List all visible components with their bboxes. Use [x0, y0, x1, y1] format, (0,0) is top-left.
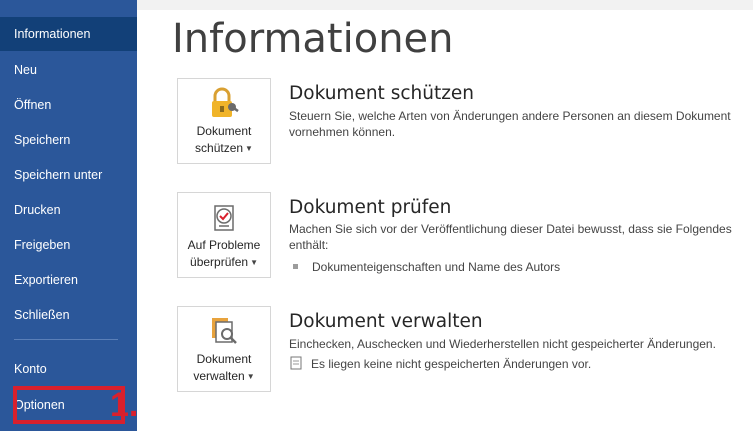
inspect-bullet-item: Dokumenteigenschaften und Name des Autor…: [289, 259, 560, 275]
sidebar-item-informationen[interactable]: Informationen: [0, 17, 137, 51]
chevron-down-icon: ▼: [245, 144, 253, 154]
inspect-section-title: Dokument prüfen: [289, 197, 452, 218]
protect-section-title: Dokument schützen: [289, 83, 475, 104]
sidebar-item-konto[interactable]: Konto: [0, 352, 137, 386]
top-strip: [137, 0, 753, 10]
sidebar-item-schliessen[interactable]: Schließen: [0, 298, 137, 332]
protect-section-description: Steuern Sie, welche Arten von Änderungen…: [289, 109, 731, 139]
sidebar-divider: [14, 339, 118, 340]
sidebar-item-drucken[interactable]: Drucken: [0, 193, 137, 227]
protect-document-button[interactable]: Dokument schützen ▼: [177, 78, 271, 164]
sidebar-item-oeffnen[interactable]: Öffnen: [0, 88, 137, 122]
document-search-icon: [178, 315, 270, 347]
sidebar-item-freigeben[interactable]: Freigeben: [0, 228, 137, 262]
step-number-label: 1.: [110, 386, 139, 424]
sidebar-item-speichern-unter[interactable]: Speichern unter: [0, 158, 137, 192]
manage-section-title: Dokument verwalten: [289, 311, 483, 332]
check-for-issues-button[interactable]: Auf Probleme überprüfen ▼: [177, 192, 271, 278]
protect-document-label: Dokument schützen ▼: [195, 124, 253, 155]
backstage-sidebar: Informationen Neu Öffnen Speichern Speic…: [0, 0, 137, 431]
manage-status-item: Es liegen keine nicht gespeicherten Ände…: [289, 356, 591, 374]
chevron-down-icon: ▼: [246, 372, 255, 382]
manage-section-description: Einchecken, Auschecken und Wiederherstel…: [289, 337, 716, 351]
manage-document-button[interactable]: Dokument verwalten ▼: [177, 306, 271, 392]
checklist-icon: [178, 201, 270, 233]
sidebar-item-speichern[interactable]: Speichern: [0, 123, 137, 157]
inspect-section-description: Machen Sie sich vor der Veröffentlichung…: [289, 222, 732, 252]
document-icon: [289, 356, 303, 374]
chevron-down-icon: ▼: [250, 258, 258, 268]
sidebar-item-exportieren[interactable]: Exportieren: [0, 263, 137, 297]
optionen-highlight-box: [13, 386, 125, 424]
lock-key-icon: [178, 87, 270, 119]
manage-document-label: Dokument verwalten ▼: [193, 352, 255, 383]
sidebar-item-neu[interactable]: Neu: [0, 53, 137, 87]
bullet-icon: [293, 264, 298, 270]
check-for-issues-label: Auf Probleme überprüfen ▼: [187, 238, 261, 269]
page-title: Informationen: [172, 16, 454, 62]
